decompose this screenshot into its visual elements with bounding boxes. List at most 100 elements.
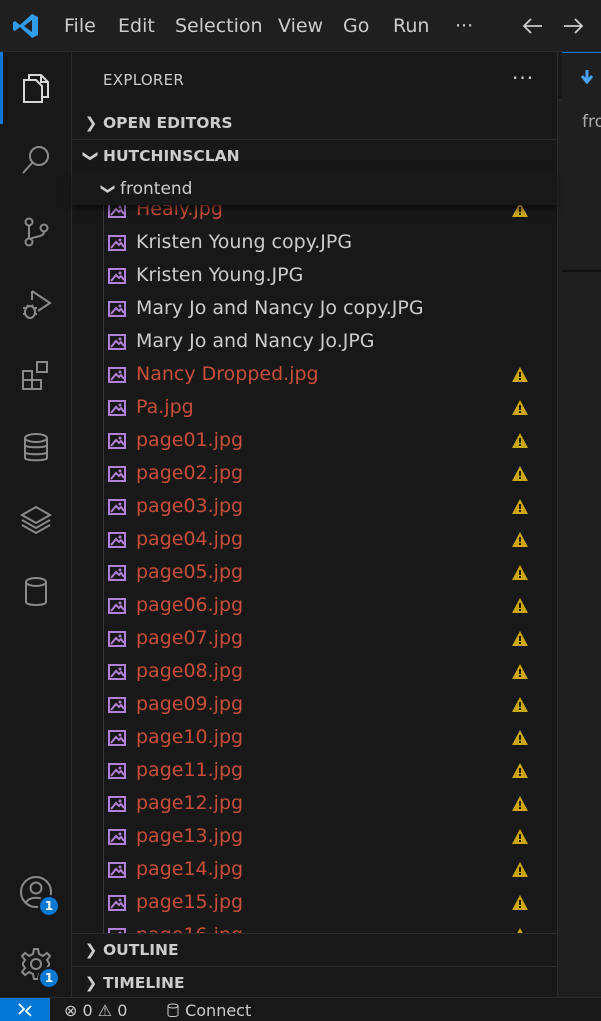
run-debug-activity[interactable] — [0, 268, 72, 340]
file-item[interactable]: page13.jpg — [72, 820, 557, 853]
file-name: page04.jpg — [136, 528, 244, 550]
accounts-activity[interactable]: 1 — [0, 856, 72, 928]
open-editors-label: OPEN EDITORS — [103, 113, 233, 132]
menu-go[interactable]: Go — [343, 0, 369, 52]
image-file-icon — [108, 300, 126, 317]
database-icon — [167, 1003, 179, 1017]
menu-run[interactable]: Run — [393, 0, 429, 52]
file-item[interactable]: page07.jpg — [72, 622, 557, 655]
remote-indicator[interactable] — [0, 998, 50, 1021]
file-name: page03.jpg — [136, 495, 244, 517]
image-file-icon — [108, 663, 126, 680]
timeline-section[interactable]: ❯ TIMELINE — [72, 966, 557, 999]
file-name: page11.jpg — [136, 759, 244, 781]
layers-icon — [19, 505, 53, 535]
editor-tab-bar — [558, 52, 601, 100]
menu-more[interactable]: ··· — [455, 0, 473, 52]
breadcrumb[interactable]: fro — [582, 112, 601, 132]
image-file-icon — [108, 564, 126, 581]
file-name: page06.jpg — [136, 594, 244, 616]
file-item[interactable]: page15.jpg — [72, 886, 557, 919]
outline-section[interactable]: ❯ OUTLINE — [72, 933, 557, 966]
file-name: page16.jpg — [136, 924, 243, 933]
file-item[interactable]: Kristen Young.JPG — [72, 259, 557, 292]
image-file-icon — [108, 366, 126, 383]
extensions-activity[interactable] — [0, 340, 72, 412]
warning-icon — [511, 795, 529, 812]
warning-count: 0 — [117, 1001, 128, 1020]
file-item[interactable]: Mary Jo and Nancy Jo copy.JPG — [72, 292, 557, 325]
image-file-icon — [108, 234, 126, 251]
file-item[interactable]: page09.jpg — [72, 688, 557, 721]
file-item[interactable]: Healy.jpg — [72, 205, 557, 226]
back-arrow-icon[interactable] — [520, 12, 546, 40]
menu-selection[interactable]: Selection — [175, 0, 263, 52]
file-item[interactable]: page12.jpg — [72, 787, 557, 820]
warning-icon — [511, 663, 529, 680]
explorer-activity[interactable] — [0, 52, 72, 124]
files-icon — [23, 74, 49, 103]
errors-status[interactable]: ⊗ 0 ⚠ 0 — [64, 1001, 127, 1020]
file-name: page09.jpg — [136, 693, 244, 715]
chevron-down-icon: ❯ — [100, 182, 116, 195]
layers-activity[interactable] — [0, 484, 72, 556]
image-file-icon — [108, 205, 126, 218]
file-item[interactable]: page14.jpg — [72, 853, 557, 886]
warning-icon — [511, 630, 529, 647]
warning-icon — [511, 828, 529, 845]
file-item[interactable]: page03.jpg — [72, 490, 557, 523]
manage-badge: 1 — [38, 967, 60, 989]
file-item[interactable]: page01.jpg — [72, 424, 557, 457]
warning-icon — [511, 498, 529, 515]
image-file-icon — [108, 630, 126, 647]
connect-status[interactable]: Connect — [166, 1001, 251, 1020]
file-item[interactable]: page05.jpg — [72, 556, 557, 589]
editor-tab[interactable] — [562, 52, 601, 100]
image-file-icon — [108, 762, 126, 779]
menu-file[interactable]: File — [64, 0, 96, 52]
title-bar: File Edit Selection View Go Run ··· — [0, 0, 601, 52]
file-item[interactable]: Kristen Young copy.JPG — [72, 226, 557, 259]
workspace-label: HUTCHINSCLAN — [103, 147, 240, 165]
image-file-icon — [108, 399, 126, 416]
timeline-label: TIMELINE — [103, 974, 185, 992]
file-item[interactable]: page11.jpg — [72, 754, 557, 787]
image-file-icon — [108, 696, 126, 713]
file-item[interactable]: Mary Jo and Nancy Jo.JPG — [72, 325, 557, 358]
error-count: 0 — [82, 1001, 93, 1020]
warning-icon — [511, 432, 529, 449]
forward-arrow-icon[interactable] — [560, 12, 586, 40]
file-name: Mary Jo and Nancy Jo copy.JPG — [136, 297, 424, 319]
file-item[interactable]: page16.jpg — [72, 919, 557, 933]
file-item[interactable]: page10.jpg — [72, 721, 557, 754]
warning-icon — [511, 762, 529, 779]
search-icon — [22, 146, 49, 174]
workspace-section[interactable]: ❯ HUTCHINSCLAN — [72, 139, 557, 172]
file-item[interactable]: page04.jpg — [72, 523, 557, 556]
menu-view[interactable]: View — [278, 0, 323, 52]
database-2-activity[interactable] — [0, 556, 72, 628]
file-item[interactable]: Pa.jpg — [72, 391, 557, 424]
image-file-icon — [108, 465, 126, 482]
explorer-sidebar: EXPLORER ··· ❯ OPEN EDITORS ❯ HUTCHINSCL… — [72, 52, 558, 997]
file-item[interactable]: Nancy Dropped.jpg — [72, 358, 557, 391]
file-item[interactable]: page02.jpg — [72, 457, 557, 490]
file-item[interactable]: page08.jpg — [72, 655, 557, 688]
menu-edit[interactable]: Edit — [118, 0, 155, 52]
source-control-activity[interactable] — [0, 196, 72, 268]
explorer-more-actions[interactable]: ··· — [512, 66, 534, 90]
manage-activity[interactable]: 1 — [0, 928, 72, 1000]
image-file-icon — [108, 498, 126, 515]
open-editors-section[interactable]: ❯ OPEN EDITORS — [72, 106, 557, 139]
chevron-right-icon: ❯ — [84, 941, 98, 959]
file-item[interactable]: page06.jpg — [72, 589, 557, 622]
file-name: page02.jpg — [136, 462, 244, 484]
database-activity[interactable] — [0, 412, 72, 484]
image-file-icon — [108, 432, 126, 449]
folder-frontend[interactable]: ❯ frontend — [72, 172, 557, 205]
editor-divider — [562, 270, 601, 272]
image-file-icon — [108, 729, 126, 746]
accounts-badge: 1 — [38, 895, 60, 917]
status-bar: ⊗ 0 ⚠ 0 Connect — [0, 997, 601, 1021]
search-activity[interactable] — [0, 124, 72, 196]
